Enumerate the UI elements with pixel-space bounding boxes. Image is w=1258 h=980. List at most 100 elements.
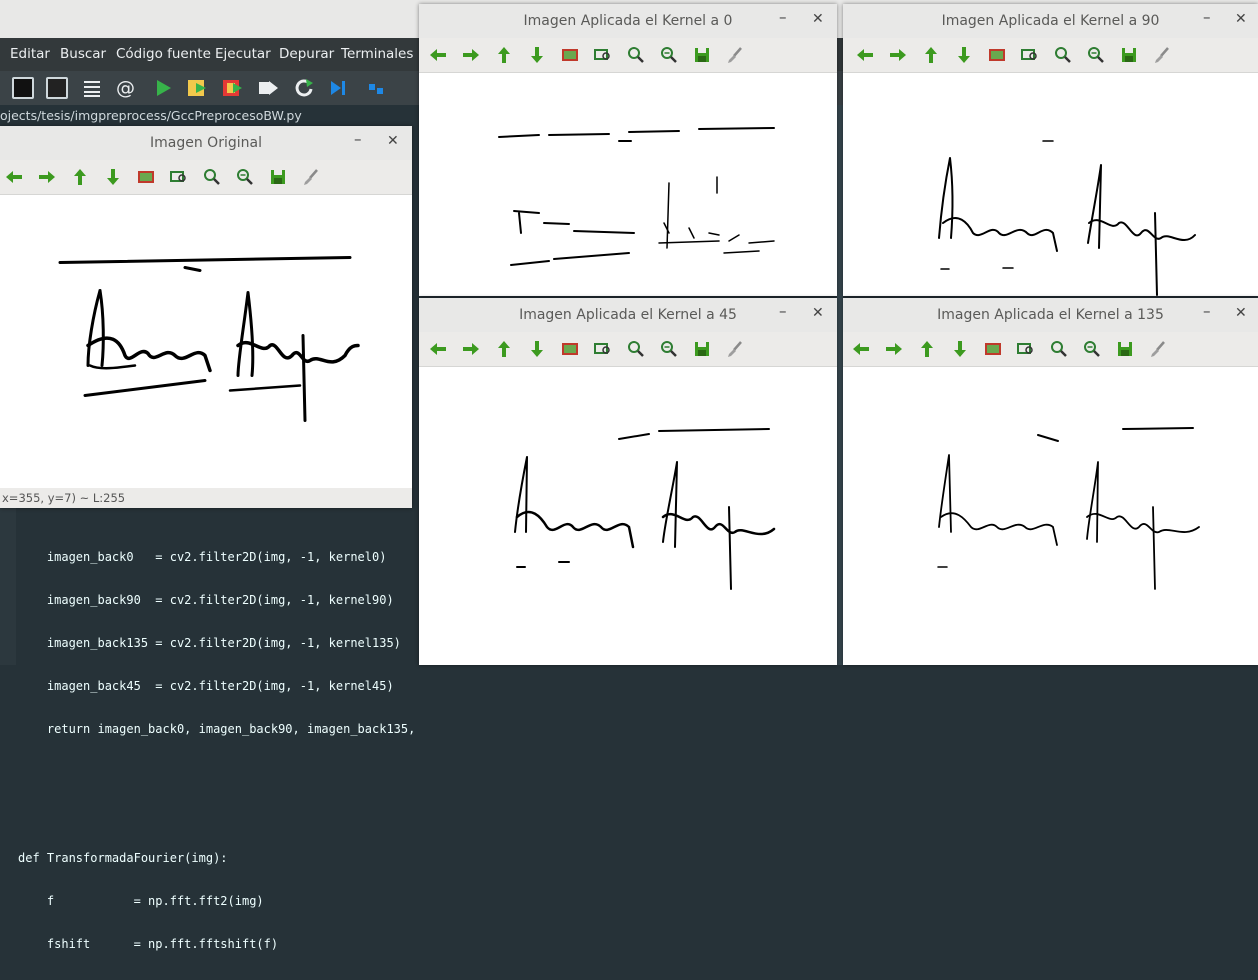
arrow-left-icon[interactable] (855, 45, 875, 65)
kernel135-image (937, 427, 1200, 590)
save-file-icon[interactable] (12, 77, 34, 99)
run-selection-icon[interactable] (257, 77, 279, 99)
arrow-left-icon[interactable] (4, 167, 24, 187)
zoom-in-icon[interactable] (1053, 45, 1073, 65)
debug-icon[interactable] (327, 77, 349, 99)
arrow-down-icon[interactable] (527, 45, 547, 65)
arrow-up-icon[interactable] (917, 339, 937, 359)
zoom-out-icon[interactable] (1082, 339, 1102, 359)
zoom-in-icon[interactable] (1049, 339, 1069, 359)
save-icon[interactable] (268, 167, 288, 187)
window-titlebar[interactable]: Imagen Aplicada el Kernel a 0 – ✕ (419, 4, 837, 39)
image-toolbar (419, 332, 837, 367)
brush-icon[interactable] (301, 167, 321, 187)
save-icon[interactable] (1115, 339, 1135, 359)
brush-icon[interactable] (725, 45, 745, 65)
arrow-left-icon[interactable] (851, 339, 871, 359)
window-titlebar[interactable]: Imagen Original – ✕ (0, 126, 412, 161)
menu-depurar[interactable]: Depurar (279, 46, 334, 62)
zoom-in-icon[interactable] (626, 339, 646, 359)
arrow-left-icon[interactable] (428, 339, 448, 359)
code-line: imagen_back0 = cv2.filter2D(img, -1, ker… (18, 550, 387, 564)
arrow-up-icon[interactable] (494, 45, 514, 65)
window-imagen-original[interactable]: Imagen Original – ✕ x=355, y=7) ~ L:255 (0, 126, 412, 508)
close-button[interactable]: ✕ (812, 305, 824, 321)
image-icon[interactable] (987, 45, 1007, 65)
minimize-button[interactable]: – (1203, 302, 1211, 320)
window-kernel-45[interactable]: Imagen Aplicada el Kernel a 45 – ✕ (419, 298, 837, 665)
rerun-icon[interactable] (293, 77, 315, 99)
save-icon[interactable] (692, 339, 712, 359)
brush-icon[interactable] (1148, 339, 1168, 359)
run-icon[interactable] (152, 77, 174, 99)
at-icon[interactable]: @ (116, 77, 138, 99)
close-button[interactable]: ✕ (1235, 305, 1247, 321)
window-titlebar[interactable]: Imagen Aplicada el Kernel a 45 – ✕ (419, 298, 837, 333)
menu-editar[interactable]: Editar (10, 46, 50, 62)
image-canvas[interactable] (419, 73, 837, 296)
minimize-button[interactable]: – (1203, 8, 1211, 26)
run-cell-icon[interactable] (186, 77, 208, 99)
image-canvas[interactable] (843, 73, 1258, 296)
arrow-up-icon[interactable] (70, 167, 90, 187)
code-line: return imagen_back0, imagen_back90, imag… (18, 722, 416, 736)
zoom-out-icon[interactable] (659, 45, 679, 65)
menu-terminales[interactable]: Terminales (341, 46, 413, 62)
zoom-fit-icon[interactable] (593, 339, 613, 359)
arrow-up-icon[interactable] (494, 339, 514, 359)
arrow-left-icon[interactable] (428, 45, 448, 65)
zoom-fit-icon[interactable] (1020, 45, 1040, 65)
window-kernel-0[interactable]: Imagen Aplicada el Kernel a 0 – ✕ (419, 4, 837, 296)
image-canvas[interactable] (0, 195, 412, 488)
window-kernel-135[interactable]: Imagen Aplicada el Kernel a 135 – ✕ (843, 298, 1258, 665)
arrow-up-icon[interactable] (921, 45, 941, 65)
window-titlebar[interactable]: Imagen Aplicada el Kernel a 90 – ✕ (843, 4, 1258, 39)
close-button[interactable]: ✕ (1235, 11, 1247, 27)
zoom-fit-icon[interactable] (593, 45, 613, 65)
arrow-right-icon[interactable] (461, 339, 481, 359)
menu-ejecutar[interactable]: Ejecutar (215, 46, 271, 62)
image-icon[interactable] (560, 45, 580, 65)
window-titlebar[interactable]: Imagen Aplicada el Kernel a 135 – ✕ (843, 298, 1258, 333)
code-editor[interactable]: imagen_back0 = cv2.filter2D(img, -1, ker… (0, 488, 420, 951)
image-canvas[interactable] (843, 367, 1258, 665)
minimize-button[interactable]: – (779, 302, 787, 320)
arrow-right-icon[interactable] (884, 339, 904, 359)
arrow-right-icon[interactable] (37, 167, 57, 187)
zoom-out-icon[interactable] (659, 339, 679, 359)
step-icon[interactable] (366, 77, 388, 99)
brush-icon[interactable] (725, 339, 745, 359)
brush-icon[interactable] (1152, 45, 1172, 65)
window-kernel-90[interactable]: Imagen Aplicada el Kernel a 90 – ✕ (843, 4, 1258, 296)
zoom-in-icon[interactable] (202, 167, 222, 187)
arrow-down-icon[interactable] (103, 167, 123, 187)
save-all-icon[interactable] (46, 77, 68, 99)
arrow-right-icon[interactable] (461, 45, 481, 65)
close-button[interactable]: ✕ (387, 133, 399, 149)
save-icon[interactable] (1119, 45, 1139, 65)
image-icon[interactable] (560, 339, 580, 359)
arrow-right-icon[interactable] (888, 45, 908, 65)
minimize-button[interactable]: – (354, 130, 362, 148)
outline-icon[interactable] (81, 77, 103, 99)
zoom-fit-icon[interactable] (169, 167, 189, 187)
save-icon[interactable] (692, 45, 712, 65)
arrow-down-icon[interactable] (527, 339, 547, 359)
image-icon[interactable] (136, 167, 156, 187)
zoom-in-icon[interactable] (626, 45, 646, 65)
image-canvas[interactable] (419, 367, 837, 665)
close-button[interactable]: ✕ (812, 11, 824, 27)
zoom-out-icon[interactable] (1086, 45, 1106, 65)
zoom-out-icon[interactable] (235, 167, 255, 187)
kernel0-image (498, 127, 775, 266)
menu-buscar[interactable]: Buscar (60, 46, 106, 62)
minimize-button[interactable]: – (779, 8, 787, 26)
run-cell-advance-icon[interactable] (221, 77, 243, 99)
image-icon[interactable] (983, 339, 1003, 359)
menu-codigo-fuente[interactable]: Código fuente (116, 46, 211, 62)
arrow-down-icon[interactable] (954, 45, 974, 65)
arrow-down-icon[interactable] (950, 339, 970, 359)
code-line: f = np.fft.fft2(img) (18, 894, 264, 908)
zoom-fit-icon[interactable] (1016, 339, 1036, 359)
image-toolbar (419, 38, 837, 73)
